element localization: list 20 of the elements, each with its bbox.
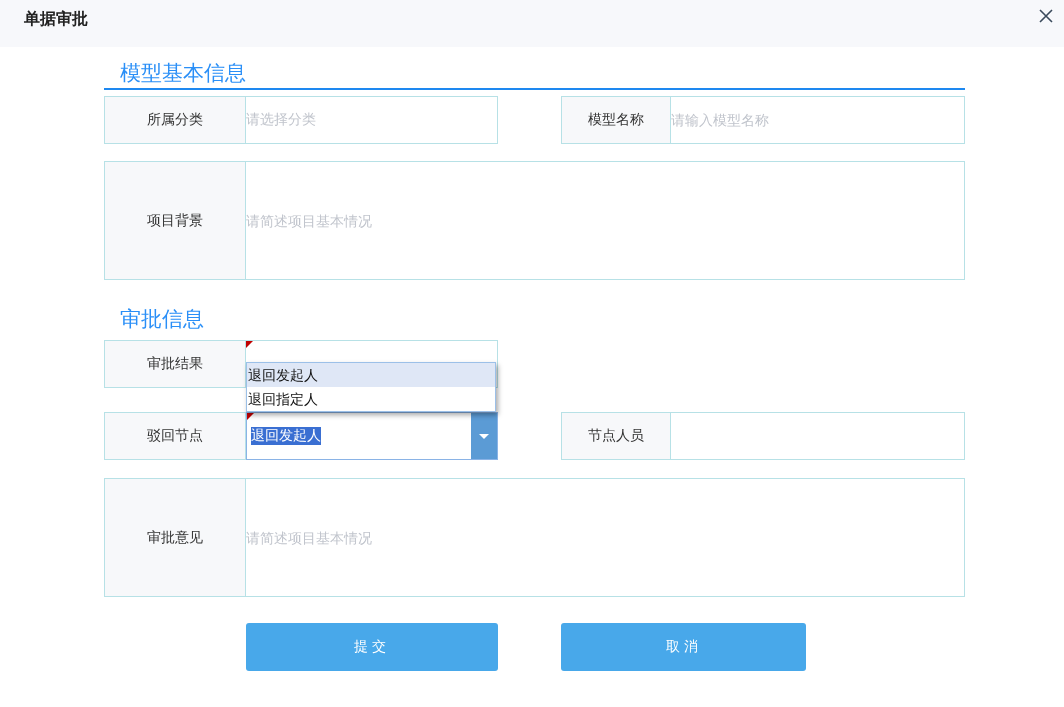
close-icon[interactable]: [1039, 8, 1053, 23]
field-label: 项目背景: [104, 161, 246, 280]
submit-button[interactable]: 提交: [246, 623, 498, 671]
cancel-button[interactable]: 取消: [561, 623, 806, 671]
input-field[interactable]: 请输入模型名称: [671, 96, 965, 144]
field-label: 模型名称: [561, 96, 671, 144]
field-label: 审批结果: [104, 340, 246, 388]
field-label: 驳回节点: [104, 412, 246, 460]
dropdown-option[interactable]: 退回指定人: [247, 387, 495, 411]
section-title: 模型基本信息: [120, 60, 246, 86]
text-area[interactable]: 请简述项目基本情况: [246, 478, 965, 597]
dialog-title: 单据审批: [24, 9, 88, 29]
field-label: 所属分类: [104, 96, 246, 144]
combo-box[interactable]: 退回发起人: [246, 412, 498, 460]
section-title: 审批信息: [120, 306, 204, 332]
dropdown-option[interactable]: 退回发起人: [247, 363, 495, 387]
text-area[interactable]: 请简述项目基本情况: [246, 161, 965, 280]
field-label: 审批意见: [104, 478, 246, 597]
field-label: 节点人员: [561, 412, 671, 460]
input-field[interactable]: [671, 412, 965, 460]
